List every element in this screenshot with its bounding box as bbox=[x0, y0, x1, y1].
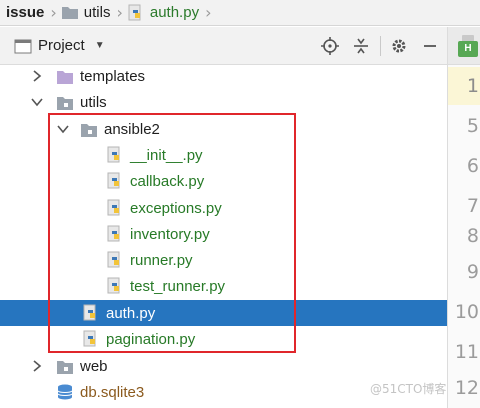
line-number: 11 bbox=[454, 341, 479, 363]
database-icon bbox=[57, 384, 73, 400]
line-number: 10 bbox=[454, 301, 479, 323]
chevron-down-icon: ▼ bbox=[94, 40, 105, 51]
editor-tab[interactable]: H bbox=[448, 27, 480, 65]
toolbar-divider bbox=[380, 36, 381, 56]
python-file-icon: H bbox=[458, 35, 478, 57]
tree-item-web[interactable]: web bbox=[0, 353, 447, 379]
line-number: 1 bbox=[466, 75, 479, 97]
tree-item-label: db.sqlite3 bbox=[80, 383, 145, 401]
tree-item-utils[interactable]: utils bbox=[0, 89, 447, 115]
breadcrumb-label: auth.py bbox=[149, 4, 200, 21]
project-view-selector[interactable]: Project ▼ bbox=[14, 37, 105, 54]
tree-item-label: web bbox=[80, 357, 108, 375]
project-title: Project bbox=[38, 37, 85, 54]
tree-item-templates[interactable]: templates bbox=[0, 63, 447, 89]
breadcrumb-label: utils bbox=[83, 4, 111, 21]
breadcrumb-item-auth[interactable]: auth.py bbox=[127, 0, 199, 26]
highlight-box bbox=[48, 113, 296, 353]
project-icon bbox=[14, 39, 32, 53]
breadcrumb: issue › utils › auth.py › bbox=[0, 0, 480, 26]
folder-icon bbox=[61, 7, 78, 19]
breadcrumb-label: issue bbox=[6, 4, 45, 21]
project-panel-header: Project ▼ bbox=[0, 27, 447, 65]
line-number: 12 bbox=[454, 377, 479, 399]
line-number: 8 bbox=[466, 225, 479, 247]
breadcrumb-item-utils[interactable]: utils bbox=[61, 0, 111, 26]
chevron-down-icon[interactable] bbox=[30, 95, 44, 109]
minimize-icon[interactable] bbox=[417, 33, 443, 59]
line-number: 6 bbox=[466, 155, 479, 177]
editor-gutter: H 1 5 6 7 8 9 10 11 12 bbox=[447, 27, 480, 408]
line-number: 9 bbox=[466, 261, 479, 283]
gear-icon[interactable] bbox=[386, 33, 412, 59]
line-number: 7 bbox=[466, 195, 479, 217]
breadcrumb-separator: › bbox=[50, 3, 57, 22]
locate-icon[interactable] bbox=[317, 33, 343, 59]
watermark: @51CTO博客 bbox=[370, 382, 447, 396]
chevron-right-icon[interactable] bbox=[30, 69, 44, 83]
collapse-icon[interactable] bbox=[348, 33, 374, 59]
line-number: 5 bbox=[466, 115, 479, 137]
package-folder-icon bbox=[57, 97, 73, 110]
breadcrumb-separator: › bbox=[116, 3, 123, 22]
package-folder-icon bbox=[57, 361, 73, 374]
folder-icon bbox=[57, 71, 73, 84]
tree-item-label: utils bbox=[80, 93, 107, 111]
tree-item-label: templates bbox=[80, 67, 146, 85]
breadcrumb-separator: › bbox=[205, 3, 212, 22]
breadcrumb-item-issue[interactable]: issue bbox=[6, 0, 44, 26]
chevron-right-icon[interactable] bbox=[30, 359, 44, 373]
python-file-icon bbox=[128, 4, 141, 20]
